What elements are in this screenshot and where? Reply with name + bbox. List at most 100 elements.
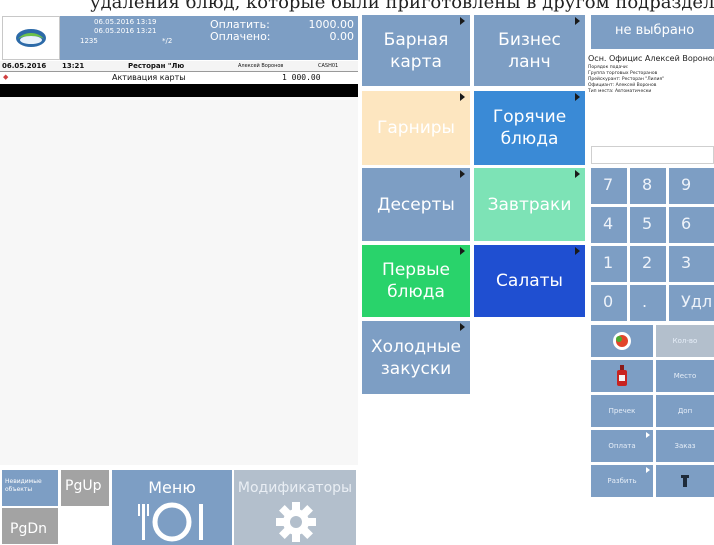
key-1[interactable]: 1 [591,246,627,282]
paid-label: Оплачено: [210,30,271,43]
payment-button[interactable]: Оплата [591,430,653,462]
submenu-arrow-icon [460,93,465,101]
category-label-line1: Первые [382,260,450,280]
order-list-area[interactable] [0,97,358,465]
menu-button[interactable]: Меню [112,470,232,545]
category-hot-dishes[interactable]: Горячие блюда [474,91,585,165]
waiter-line: Осн. Официс Алексей Воронов [588,54,714,63]
place-button[interactable]: Место [656,360,714,392]
category-bar-menu[interactable]: Барная карта [362,15,470,86]
invisible-objects-button[interactable]: Невидимые объекты [2,470,58,506]
selected-row-bar[interactable] [0,84,358,97]
submenu-arrow-icon [575,93,580,101]
order-time: 13:21 [62,62,85,70]
payment-summary: Оплатить: 1000.00 Оплачено: 0.00 [208,16,358,60]
transfer-icon [681,475,689,487]
quantity-button[interactable]: Кол-во [656,325,714,357]
line-item-name: Активация карты [112,73,186,82]
waiter-name: Алексей Воронов [238,63,284,69]
category-label-line2: ланч [508,51,551,72]
quantity-input[interactable] [591,146,714,164]
logo-icon [16,29,46,47]
modifiers-button[interactable]: Модификаторы [234,470,356,545]
order-line-item[interactable]: ◆ Активация карты 1 000.00 [0,72,358,83]
extra-button[interactable]: Доп [656,395,714,427]
category-label-line1: Барная [383,29,449,50]
gear-icon [276,502,316,542]
category-salads[interactable]: Салаты [474,245,585,317]
submenu-arrow-icon [460,247,465,255]
order-button[interactable]: Заказ [656,430,714,462]
info-line: Тип места: Автоматически [588,89,652,94]
app-logo [2,16,60,60]
key-3[interactable]: 3 [669,246,714,282]
order-details-panel: Осн. Официс Алексей Воронов Порядок пода… [587,49,714,144]
precheck-button[interactable]: Пречек [591,395,653,427]
category-label-line1: Бизнес [498,29,561,50]
sauce-icon-button[interactable] [591,360,653,392]
order-date: 06.05.2016 [2,62,47,70]
key-6[interactable]: 6 [669,207,714,243]
top-caption-strip: удаления блюд, которые были приготовлены… [0,0,714,14]
key-8[interactable]: 8 [630,168,666,204]
caption-text: удаления блюд, которые были приготовлены… [90,0,714,13]
category-label-line1: Салаты [496,271,563,291]
category-label-line2: блюда [387,282,445,302]
key-2[interactable]: 2 [630,246,666,282]
info-line: Прейскурант: Ресторан "Лилия" [588,77,665,82]
dish-icon-button[interactable] [591,325,653,357]
category-garnishes[interactable]: Гарниры [362,91,470,165]
key-9[interactable]: 9 [669,168,714,204]
key-0[interactable]: 0 [591,285,627,321]
modifiers-button-label: Модификаторы [237,480,353,496]
info-line: Порядок подачи: [588,65,629,70]
key-5[interactable]: 5 [630,207,666,243]
category-label-line1: Завтраки [487,194,572,215]
submenu-arrow-icon [575,17,580,25]
category-label-line2: карта [390,51,442,72]
info-line: Группа торговых Ресторанов [588,71,658,76]
submenu-arrow-icon [460,17,465,25]
order-number: 1235 [80,37,98,45]
order-current-datetime: 06.05.2016 13:21 [94,27,157,35]
order-open-datetime: 06.05.2016 13:19 [94,18,157,26]
category-label-line2: блюда [500,129,559,149]
menu-button-label: Меню [148,478,196,497]
split-button-label: Разбить [607,477,637,485]
category-business-lunch[interactable]: Бизнес ланч [474,15,585,86]
table-number: */2 [162,37,173,45]
line-item-amount: 1 000.00 [282,73,321,82]
restaurant-name: Ресторан "Лю [128,62,185,70]
submenu-arrow-icon [646,467,650,473]
category-breakfasts[interactable]: Завтраки [474,168,585,241]
category-label-line2: закуски [380,358,452,379]
cashier-code: CASH01 [318,63,339,69]
category-first-courses[interactable]: Первые блюда [362,245,470,317]
key-dot[interactable]: . [630,285,666,321]
plate-cutlery-icon [138,502,203,542]
page-down-button[interactable]: PgDn [2,508,58,544]
guest-selector[interactable]: не выбрано [591,15,714,49]
bottle-icon [617,365,627,386]
paid-value: 0.00 [329,30,355,43]
submenu-arrow-icon [575,247,580,255]
key-delete[interactable]: Удл [669,285,714,321]
category-cold-appetizers[interactable]: Холодные закуски [362,321,470,394]
order-info-row: 06.05.2016 13:21 Ресторан "Лю Алексей Во… [0,61,358,72]
category-label-line1: Холодные [370,336,462,357]
category-label-line1: Гарниры [377,118,455,138]
key-7[interactable]: 7 [591,168,627,204]
submenu-arrow-icon [460,323,465,331]
category-desserts[interactable]: Десерты [362,168,470,241]
category-label-line1: Десерты [377,194,455,215]
key-4[interactable]: 4 [591,207,627,243]
submenu-arrow-icon [646,432,650,438]
info-line: Официант: Алексей Воронов [588,83,657,88]
payment-button-label: Оплата [608,442,636,450]
split-button[interactable]: Разбить [591,465,653,497]
dish-icon [613,332,631,350]
category-label-line1: Горячие [492,107,567,127]
transfer-icon-button[interactable] [656,465,714,497]
page-up-button[interactable]: PgUp [61,470,109,506]
order-header-info: 06.05.2016 13:19 06.05.2016 13:21 1235 *… [60,16,208,60]
